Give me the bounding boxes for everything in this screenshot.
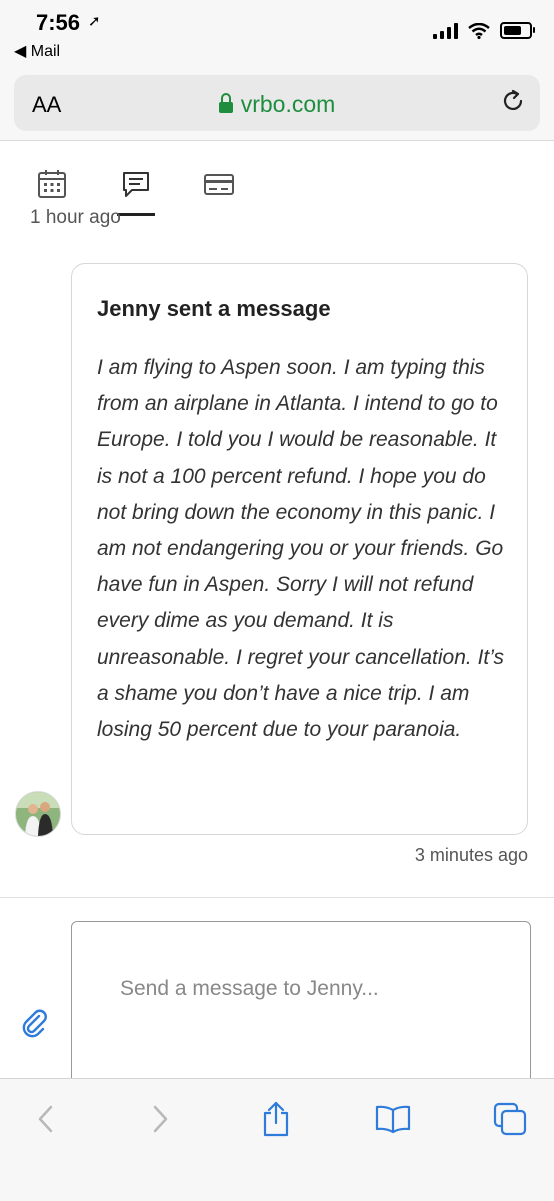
browser-toolbar xyxy=(0,1078,554,1201)
lock-icon xyxy=(218,93,233,113)
back-button[interactable] xyxy=(26,1099,66,1139)
cellular-signal-icon xyxy=(433,22,458,39)
tabs-button[interactable] xyxy=(490,1099,530,1139)
bookmarks-button[interactable] xyxy=(373,1099,413,1139)
bookmarks-icon xyxy=(375,1105,411,1134)
paperclip-icon[interactable] xyxy=(20,1008,50,1038)
tabs-icon xyxy=(493,1102,527,1136)
wifi-icon xyxy=(468,22,490,39)
address-bar[interactable]: AA vrbo.com xyxy=(14,75,540,131)
active-tab-indicator xyxy=(117,213,155,216)
browser-address-area: AA vrbo.com xyxy=(0,68,554,141)
messages-icon xyxy=(123,172,149,197)
location-arrow-icon: ➚ xyxy=(88,13,101,30)
url-display[interactable]: vrbo.com xyxy=(14,91,540,118)
back-app-label: Mail xyxy=(30,43,61,60)
forward-icon xyxy=(153,1105,168,1133)
message-timestamp: 3 minutes ago xyxy=(414,845,528,865)
compose-divider xyxy=(0,897,554,898)
conversation-tabs xyxy=(0,141,554,216)
url-text: vrbo.com xyxy=(240,91,336,117)
battery-icon xyxy=(500,22,535,39)
back-to-app-link[interactable]: ◀ Mail xyxy=(14,41,60,61)
message-title: Jenny sent a message xyxy=(97,296,331,321)
share-icon xyxy=(263,1101,289,1137)
calendar-icon xyxy=(38,170,66,198)
forward-button[interactable] xyxy=(140,1099,180,1139)
back-triangle-icon: ◀ xyxy=(14,43,27,60)
previous-message-timestamp: 1 hour ago xyxy=(30,207,121,228)
message-input[interactable]: Send a message to Jenny... xyxy=(71,921,531,1091)
tab-payments[interactable] xyxy=(197,169,241,213)
avatar-photo xyxy=(16,792,60,836)
message-body: I am flying to Aspen soon. I am typing t… xyxy=(97,356,505,742)
status-time: 7:56 xyxy=(36,10,81,35)
back-icon xyxy=(38,1105,53,1133)
message-card: Jenny sent a message I am flying to Aspe… xyxy=(71,263,528,835)
status-indicators xyxy=(433,22,535,39)
avatar xyxy=(15,791,61,837)
payment-card-icon xyxy=(204,174,234,195)
share-button[interactable] xyxy=(256,1099,296,1139)
message-input-placeholder: Send a message to Jenny... xyxy=(120,977,379,1000)
status-bar: 7:56 ➚ ◀ Mail xyxy=(0,0,554,68)
reload-icon[interactable] xyxy=(500,88,526,114)
